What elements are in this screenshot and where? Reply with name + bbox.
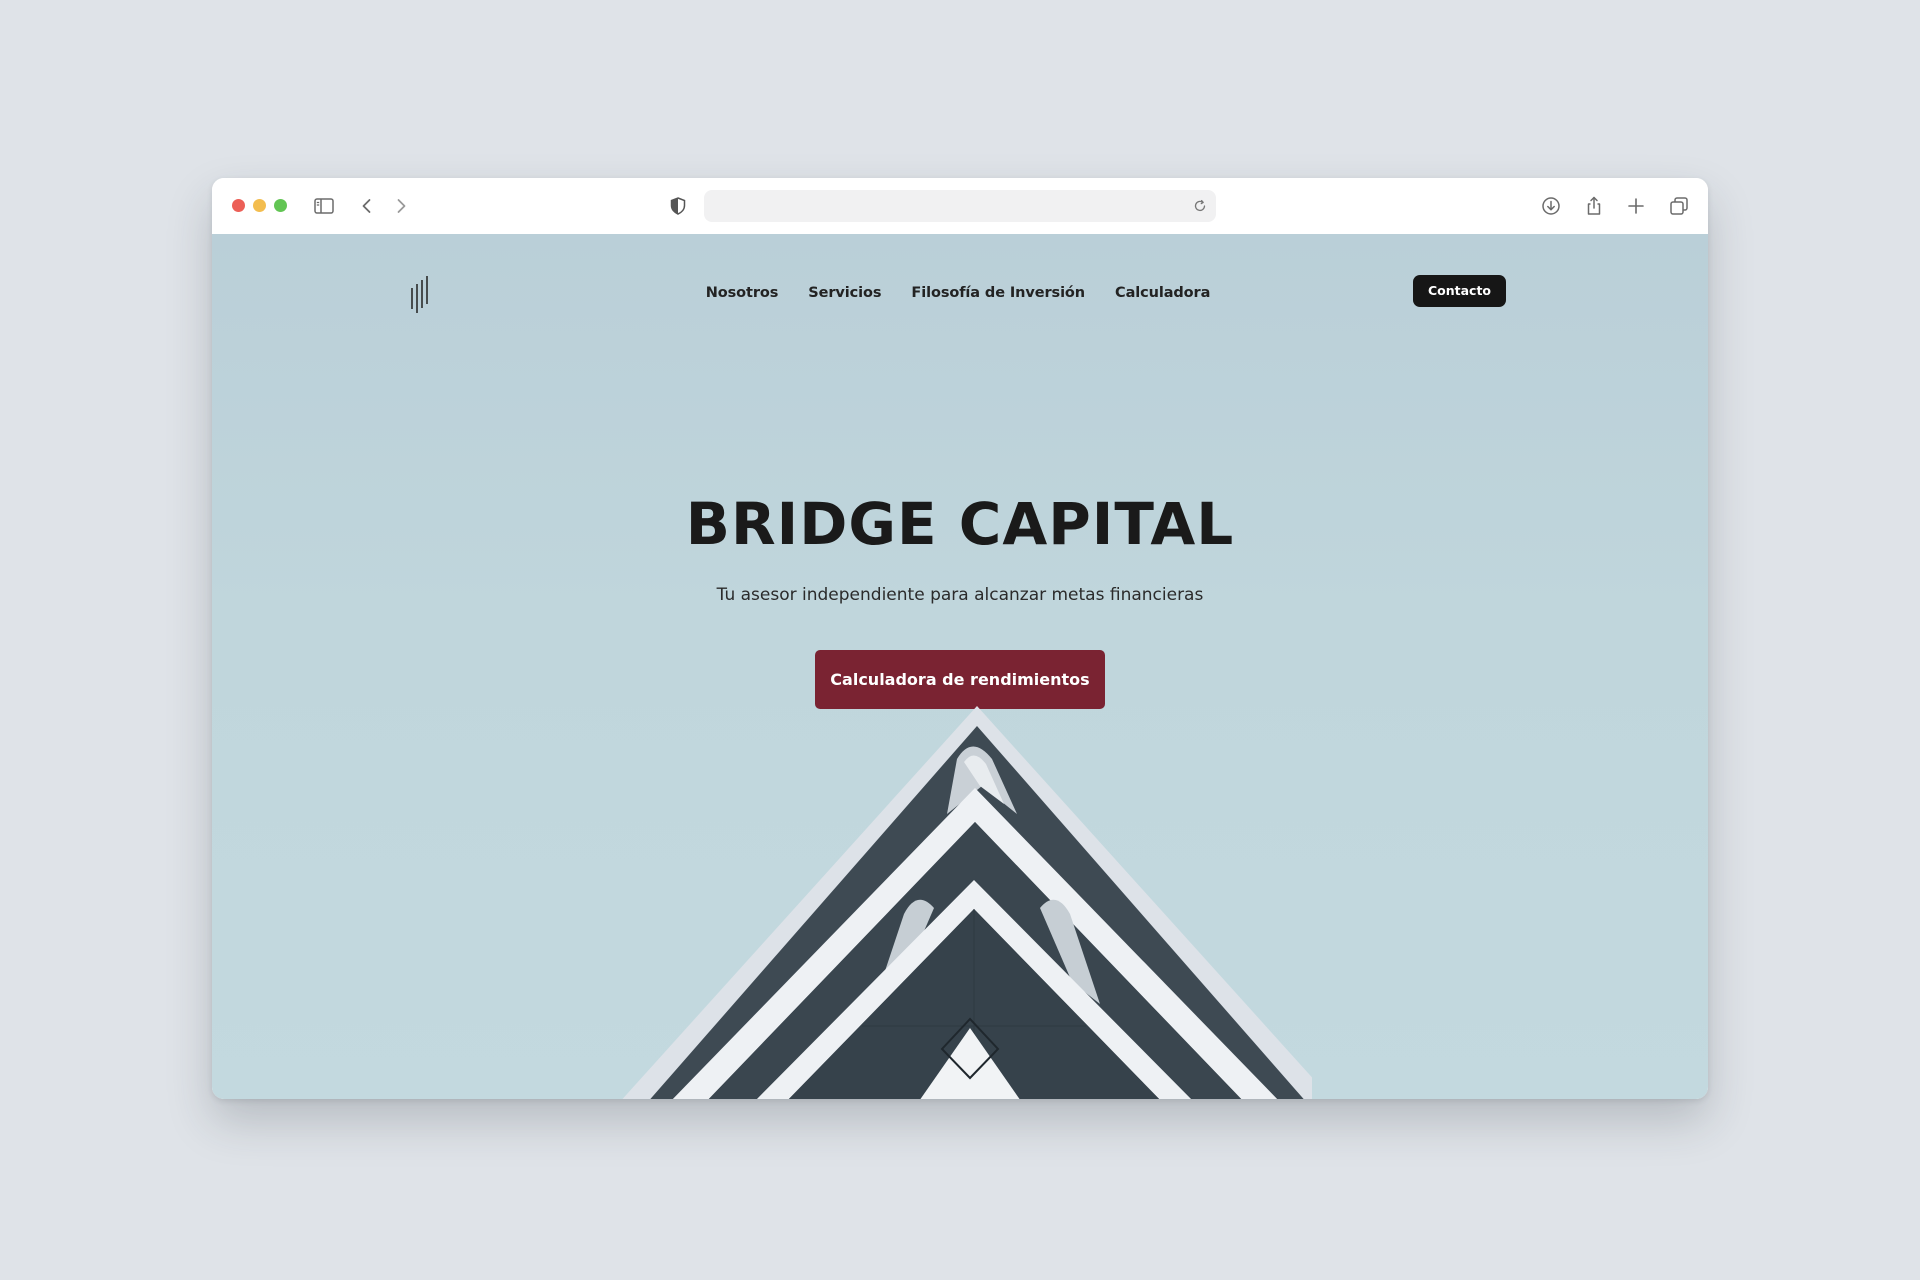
browser-toolbar bbox=[212, 178, 1708, 235]
nav-link-servicios[interactable]: Servicios bbox=[808, 281, 881, 305]
maximize-window-button[interactable] bbox=[274, 199, 287, 212]
reload-icon[interactable] bbox=[1192, 198, 1208, 214]
minimize-window-button[interactable] bbox=[253, 199, 266, 212]
nav-link-calculadora[interactable]: Calculadora bbox=[1115, 281, 1210, 305]
calculator-cta-button[interactable]: Calculadora de rendimientos bbox=[815, 650, 1105, 709]
chevron-left-icon[interactable] bbox=[355, 194, 379, 218]
nav-link-filosofia[interactable]: Filosofía de Inversión bbox=[911, 281, 1085, 305]
hero-subtitle: Tu asesor independiente para alcanzar me… bbox=[716, 585, 1204, 605]
chevron-right-icon[interactable] bbox=[389, 194, 413, 218]
url-input[interactable] bbox=[716, 190, 1180, 224]
close-window-button[interactable] bbox=[232, 199, 245, 212]
download-icon[interactable] bbox=[1539, 194, 1563, 218]
plus-icon[interactable] bbox=[1624, 194, 1648, 218]
hero-title: BRIDGE CAPITAL bbox=[685, 490, 1235, 558]
building-hero-image bbox=[622, 706, 1312, 1099]
browser-window: Nosotros Servicios Filosofía de Inversió… bbox=[212, 178, 1708, 1099]
shield-icon[interactable] bbox=[666, 194, 690, 218]
nav-link-nosotros[interactable]: Nosotros bbox=[706, 281, 779, 305]
page-viewport: Nosotros Servicios Filosofía de Inversió… bbox=[212, 234, 1708, 1099]
address-bar[interactable] bbox=[704, 190, 1216, 224]
share-icon[interactable] bbox=[1582, 194, 1606, 218]
tabs-overview-icon[interactable] bbox=[1667, 194, 1691, 218]
sidebar-icon[interactable] bbox=[312, 194, 336, 218]
contact-button[interactable]: Contacto bbox=[1413, 275, 1506, 307]
